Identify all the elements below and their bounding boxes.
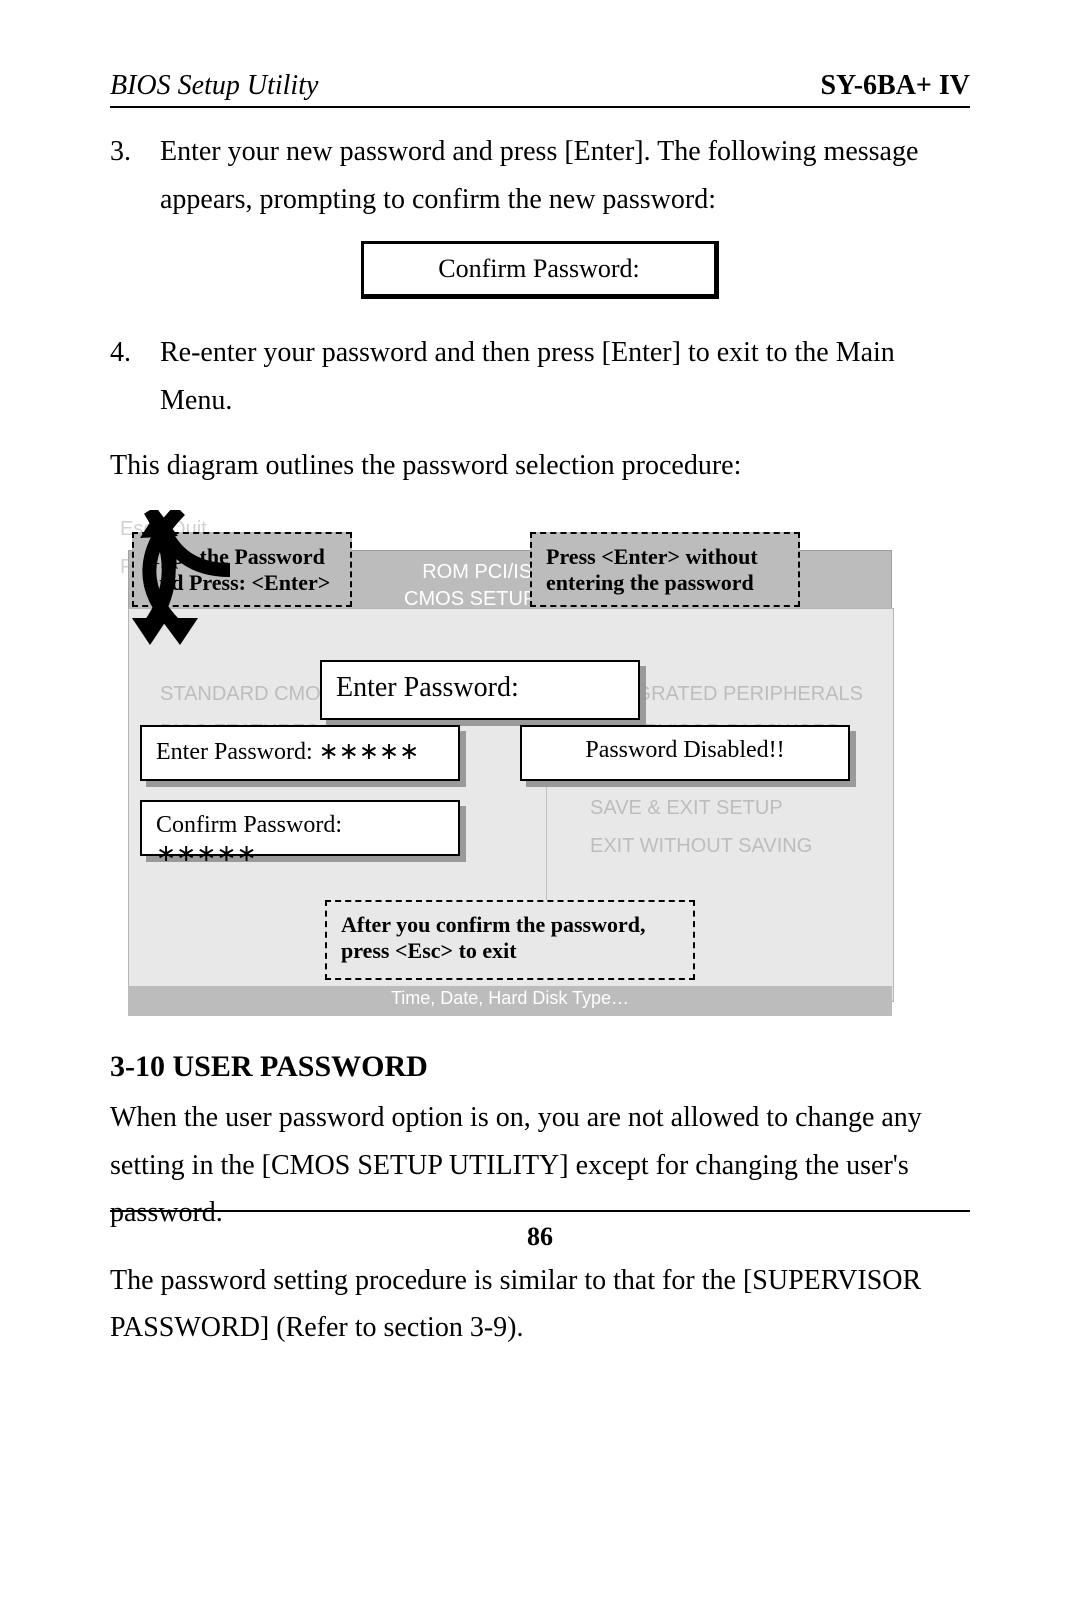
diagram-intro: This diagram outlines the password selec…: [110, 442, 970, 490]
step-3: 3. Enter your new password and press [En…: [110, 128, 970, 223]
page-footer: 86: [110, 1210, 970, 1252]
step-number: 4.: [110, 329, 160, 424]
section-title: 3-10 USER PASSWORD: [110, 1050, 970, 1084]
section-paragraph: The password setting procedure is simila…: [110, 1257, 970, 1352]
callout-esc-exit: After you confirm the password, press <E…: [325, 900, 695, 980]
enter-password-stars: Enter Password: ∗∗∗∗∗: [140, 725, 460, 781]
password-diagram: ROM PCI/ISA BIOS CMOS SETUP UTILITY AWAR…: [120, 510, 900, 1010]
step-text: Re-enter your password and then press [E…: [160, 329, 970, 424]
password-disabled-dialog: Password Disabled!!: [520, 725, 850, 781]
menu-item: EXIT WITHOUT SAVING: [590, 827, 863, 865]
confirm-password-box: Confirm Password:: [361, 241, 719, 299]
step-4: 4. Re-enter your password and then press…: [110, 329, 970, 424]
header-left: BIOS Setup Utility: [110, 70, 318, 102]
bios-footer: Time, Date, Hard Disk Type…: [128, 986, 892, 1016]
callout-press-enter: Press <Enter> without entering the passw…: [530, 532, 800, 607]
page-number: 86: [527, 1222, 553, 1251]
menu-item: SAVE & EXIT SETUP: [590, 789, 863, 827]
enter-password-dialog: Enter Password:: [320, 660, 640, 720]
step-number: 3.: [110, 128, 160, 223]
header-right: SY-6BA+ IV: [820, 70, 970, 102]
page-header: BIOS Setup Utility SY-6BA+ IV: [110, 70, 970, 108]
confirm-password-stars: Confirm Password: ∗∗∗∗∗: [140, 800, 460, 856]
step-text: Enter your new password and press [Enter…: [160, 128, 970, 223]
